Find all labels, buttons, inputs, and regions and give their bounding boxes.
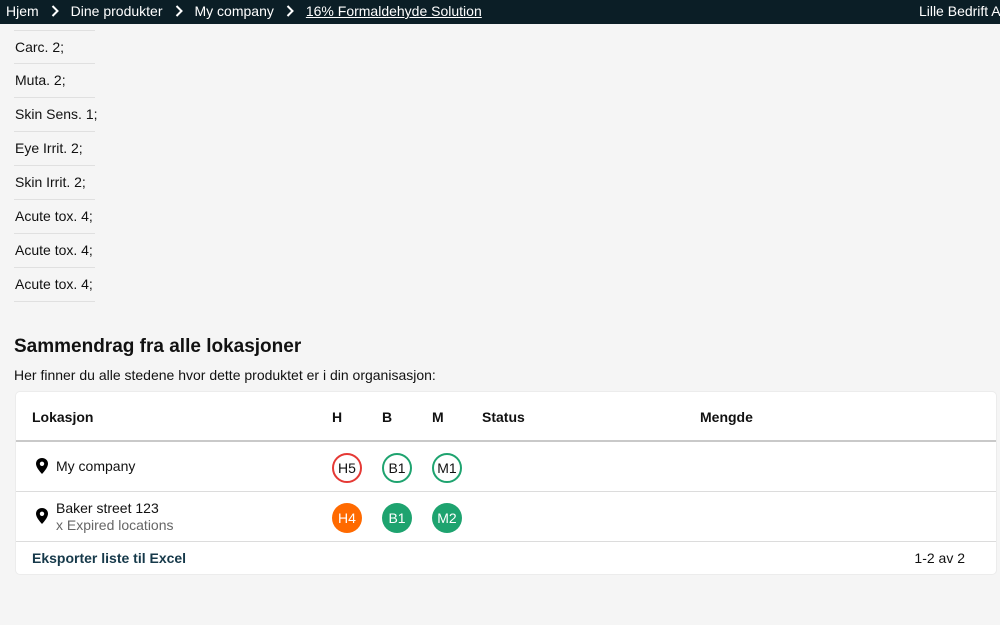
b-level-badge: B1 (382, 453, 412, 483)
hazard-item: Acute tox. 4; (14, 268, 95, 302)
hazard-classification-list: Carc. 2; Muta. 2; Skin Sens. 1; Eye Irri… (14, 30, 98, 302)
b-level-badge: B1 (382, 503, 412, 533)
h-level-badge: H4 (332, 503, 362, 533)
table-header: Lokasjon H B M Status Mengde (16, 392, 996, 442)
hazard-item: Eye Irrit. 2; (14, 132, 95, 166)
location-pin-icon (36, 508, 48, 524)
column-header-status[interactable]: Status (482, 409, 525, 425)
m-level-badge: M1 (432, 453, 462, 483)
breadcrumb-products[interactable]: Dine produkter (71, 3, 163, 19)
location-name: My company (56, 458, 136, 474)
hazard-item: Acute tox. 4; (14, 234, 95, 268)
hazard-item: Acute tox. 4; (14, 200, 95, 234)
table-row[interactable]: My company H5 B1 M1 (16, 442, 996, 492)
column-header-h[interactable]: H (332, 409, 342, 425)
breadcrumb-current-product[interactable]: 16% Formaldehyde Solution (306, 3, 482, 19)
chevron-right-icon (49, 4, 61, 18)
top-bar: Hjem Dine produkter My company 16% Forma… (0, 0, 1000, 24)
breadcrumb-home[interactable]: Hjem (6, 3, 39, 19)
hazard-item: Skin Irrit. 2; (14, 166, 95, 200)
export-excel-link[interactable]: Eksporter liste til Excel (32, 550, 186, 566)
expired-locations-link[interactable]: x Expired locations (56, 517, 174, 533)
hazard-item: Muta. 2; (14, 64, 95, 98)
chevron-right-icon (284, 4, 296, 18)
summary-title: Sammendrag fra alle lokasjoner (14, 336, 302, 357)
table-row[interactable]: Baker street 123 x Expired locations H4 … (16, 492, 996, 542)
locations-table: Lokasjon H B M Status Mengde My company … (15, 391, 997, 575)
column-header-amount[interactable]: Mengde (700, 409, 753, 425)
breadcrumb: Hjem Dine produkter My company 16% Forma… (6, 3, 482, 19)
hazard-item: Carc. 2; (14, 30, 95, 64)
hazard-item: Skin Sens. 1; (14, 98, 98, 132)
location-name: Baker street 123 (56, 500, 159, 516)
column-header-location[interactable]: Lokasjon (32, 409, 93, 425)
column-header-m[interactable]: M (432, 409, 444, 425)
summary-subtitle: Her finner du alle stedene hvor dette pr… (14, 367, 436, 383)
organization-name[interactable]: Lille Bedrift AS (919, 3, 1000, 19)
location-pin-icon (36, 458, 48, 474)
pagination-info: 1-2 av 2 (914, 550, 965, 566)
h-level-badge: H5 (332, 453, 362, 483)
chevron-right-icon (173, 4, 185, 18)
breadcrumb-company[interactable]: My company (195, 3, 274, 19)
m-level-badge: M2 (432, 503, 462, 533)
column-header-b[interactable]: B (382, 409, 392, 425)
